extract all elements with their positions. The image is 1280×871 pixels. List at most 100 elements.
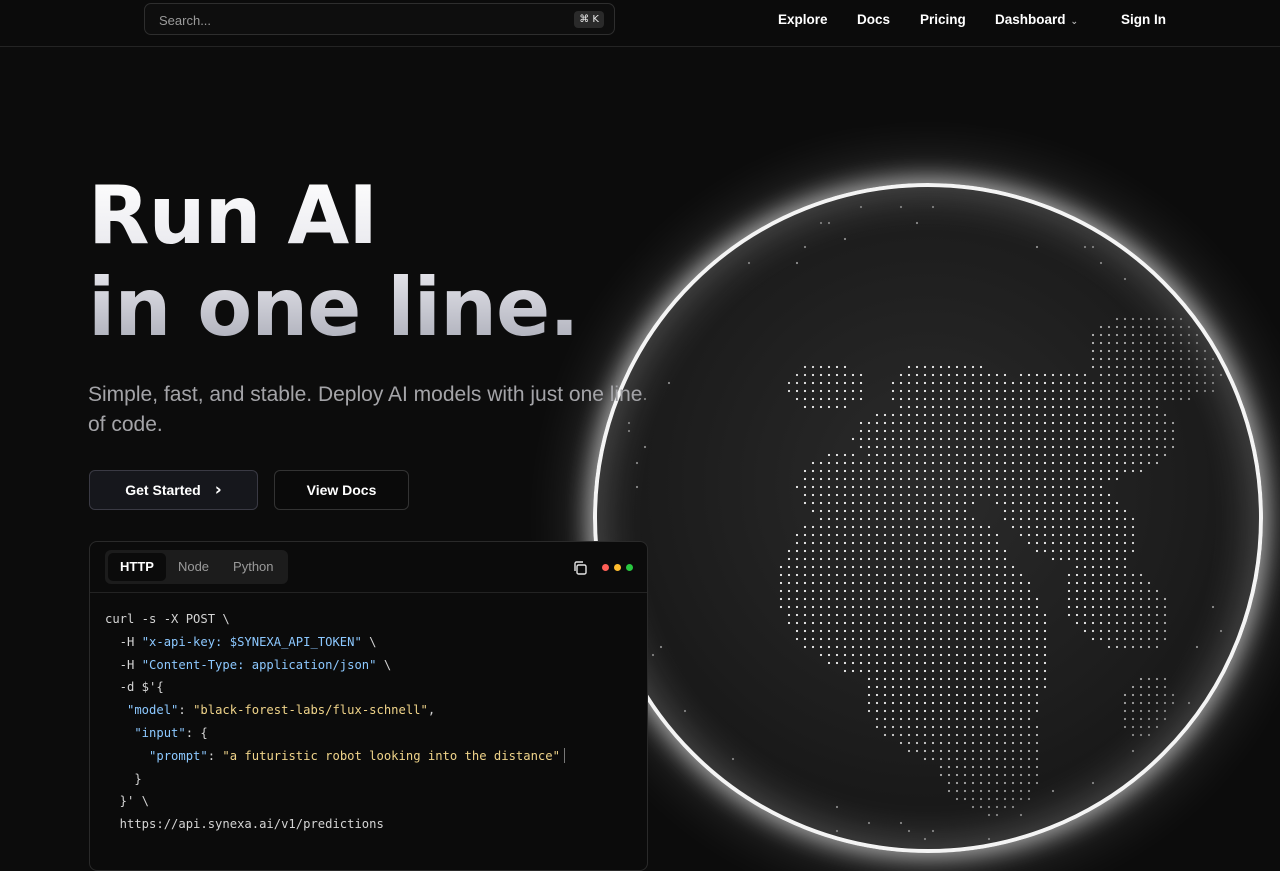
globe-dot bbox=[1004, 694, 1006, 696]
globe-dot bbox=[892, 470, 894, 472]
globe-dot bbox=[956, 542, 958, 544]
globe-dot bbox=[1068, 438, 1070, 440]
globe-dot bbox=[956, 478, 958, 480]
globe-dot bbox=[908, 494, 910, 496]
hero-title-line-1: Run AI bbox=[88, 170, 579, 262]
globe-dot bbox=[1084, 406, 1086, 408]
globe-dot bbox=[1020, 486, 1022, 488]
globe-dot bbox=[1004, 566, 1006, 568]
globe-dot bbox=[1132, 374, 1134, 376]
globe-dot bbox=[852, 662, 854, 664]
globe-dot bbox=[852, 654, 854, 656]
globe-dot bbox=[1092, 246, 1094, 248]
globe-dot bbox=[1172, 702, 1174, 704]
globe-dot bbox=[964, 630, 966, 632]
globe-dot bbox=[924, 518, 926, 520]
get-started-button[interactable]: Get Started › bbox=[89, 470, 258, 510]
globe-dot bbox=[1068, 582, 1070, 584]
globe-dot bbox=[964, 798, 966, 800]
globe-dot bbox=[1100, 478, 1102, 480]
code-line: "model": "black-forest-labs/flux-schnell… bbox=[105, 699, 565, 722]
globe-dot bbox=[804, 398, 806, 400]
globe-dot bbox=[860, 558, 862, 560]
globe-dot bbox=[1100, 598, 1102, 600]
globe-dot bbox=[948, 438, 950, 440]
globe-dot bbox=[900, 382, 902, 384]
globe-dot bbox=[1100, 622, 1102, 624]
globe-dot bbox=[1004, 774, 1006, 776]
tab-http[interactable]: HTTP bbox=[108, 553, 166, 581]
search-input[interactable] bbox=[157, 4, 561, 36]
globe-dot bbox=[1180, 342, 1182, 344]
globe-dot bbox=[852, 630, 854, 632]
globe-dot bbox=[972, 622, 974, 624]
globe-dot bbox=[780, 598, 782, 600]
globe-dot bbox=[908, 734, 910, 736]
globe-dot bbox=[1044, 502, 1046, 504]
globe-dot bbox=[924, 430, 926, 432]
globe-dot bbox=[1020, 782, 1022, 784]
globe-dot bbox=[940, 766, 942, 768]
globe-dot bbox=[852, 526, 854, 528]
globe-dot bbox=[1124, 382, 1126, 384]
globe-dot bbox=[956, 750, 958, 752]
globe-dot bbox=[980, 438, 982, 440]
globe-dot bbox=[1140, 318, 1142, 320]
globe-dot bbox=[1156, 342, 1158, 344]
globe-dot bbox=[844, 542, 846, 544]
view-docs-button[interactable]: View Docs bbox=[274, 470, 409, 510]
globe-dot bbox=[980, 566, 982, 568]
globe-dot bbox=[860, 614, 862, 616]
globe-dot bbox=[804, 486, 806, 488]
globe-dot bbox=[996, 430, 998, 432]
globe-dot bbox=[884, 606, 886, 608]
globe-dot bbox=[972, 670, 974, 672]
globe-dot bbox=[1004, 742, 1006, 744]
globe-dot bbox=[940, 382, 942, 384]
globe-dot bbox=[972, 742, 974, 744]
globe-dot bbox=[1084, 518, 1086, 520]
tab-node[interactable]: Node bbox=[166, 553, 221, 581]
globe-dot bbox=[836, 574, 838, 576]
globe-dot bbox=[1148, 582, 1150, 584]
globe-dot bbox=[820, 406, 822, 408]
globe-dot bbox=[948, 678, 950, 680]
globe-dot bbox=[804, 646, 806, 648]
globe-dot bbox=[972, 422, 974, 424]
globe-dot bbox=[956, 614, 958, 616]
globe-dot bbox=[1124, 614, 1126, 616]
globe-dot bbox=[1012, 678, 1014, 680]
globe-dot bbox=[1060, 382, 1062, 384]
globe-dot bbox=[1020, 686, 1022, 688]
sign-in-link[interactable]: Sign In bbox=[1121, 12, 1166, 27]
globe-dot bbox=[932, 646, 934, 648]
copy-icon[interactable] bbox=[572, 560, 588, 576]
globe-dot bbox=[852, 382, 854, 384]
globe-dot bbox=[836, 494, 838, 496]
globe-dot bbox=[996, 630, 998, 632]
globe-dot bbox=[916, 454, 918, 456]
nav-link-dashboard[interactable]: Dashboard ⌄ bbox=[995, 12, 1078, 27]
globe-dot bbox=[980, 702, 982, 704]
nav-link-explore[interactable]: Explore bbox=[778, 12, 828, 27]
nav-link-pricing[interactable]: Pricing bbox=[920, 12, 966, 27]
globe-dot bbox=[1084, 382, 1086, 384]
globe-dot bbox=[956, 454, 958, 456]
globe-dot bbox=[908, 430, 910, 432]
globe-dot bbox=[956, 590, 958, 592]
globe-dot bbox=[1060, 486, 1062, 488]
globe-dot bbox=[1036, 502, 1038, 504]
globe-dot bbox=[1172, 358, 1174, 360]
nav-link-docs[interactable]: Docs bbox=[857, 12, 890, 27]
globe-dot bbox=[1052, 790, 1054, 792]
globe-dot bbox=[1084, 374, 1086, 376]
globe-dot bbox=[836, 478, 838, 480]
globe-dot bbox=[1020, 454, 1022, 456]
globe-dot bbox=[900, 462, 902, 464]
globe-dot bbox=[1140, 574, 1142, 576]
globe-dot bbox=[844, 494, 846, 496]
tab-python[interactable]: Python bbox=[221, 553, 285, 581]
globe-dot bbox=[1196, 390, 1198, 392]
search-box[interactable]: ⌘ K bbox=[144, 3, 615, 35]
globe-dot bbox=[876, 422, 878, 424]
